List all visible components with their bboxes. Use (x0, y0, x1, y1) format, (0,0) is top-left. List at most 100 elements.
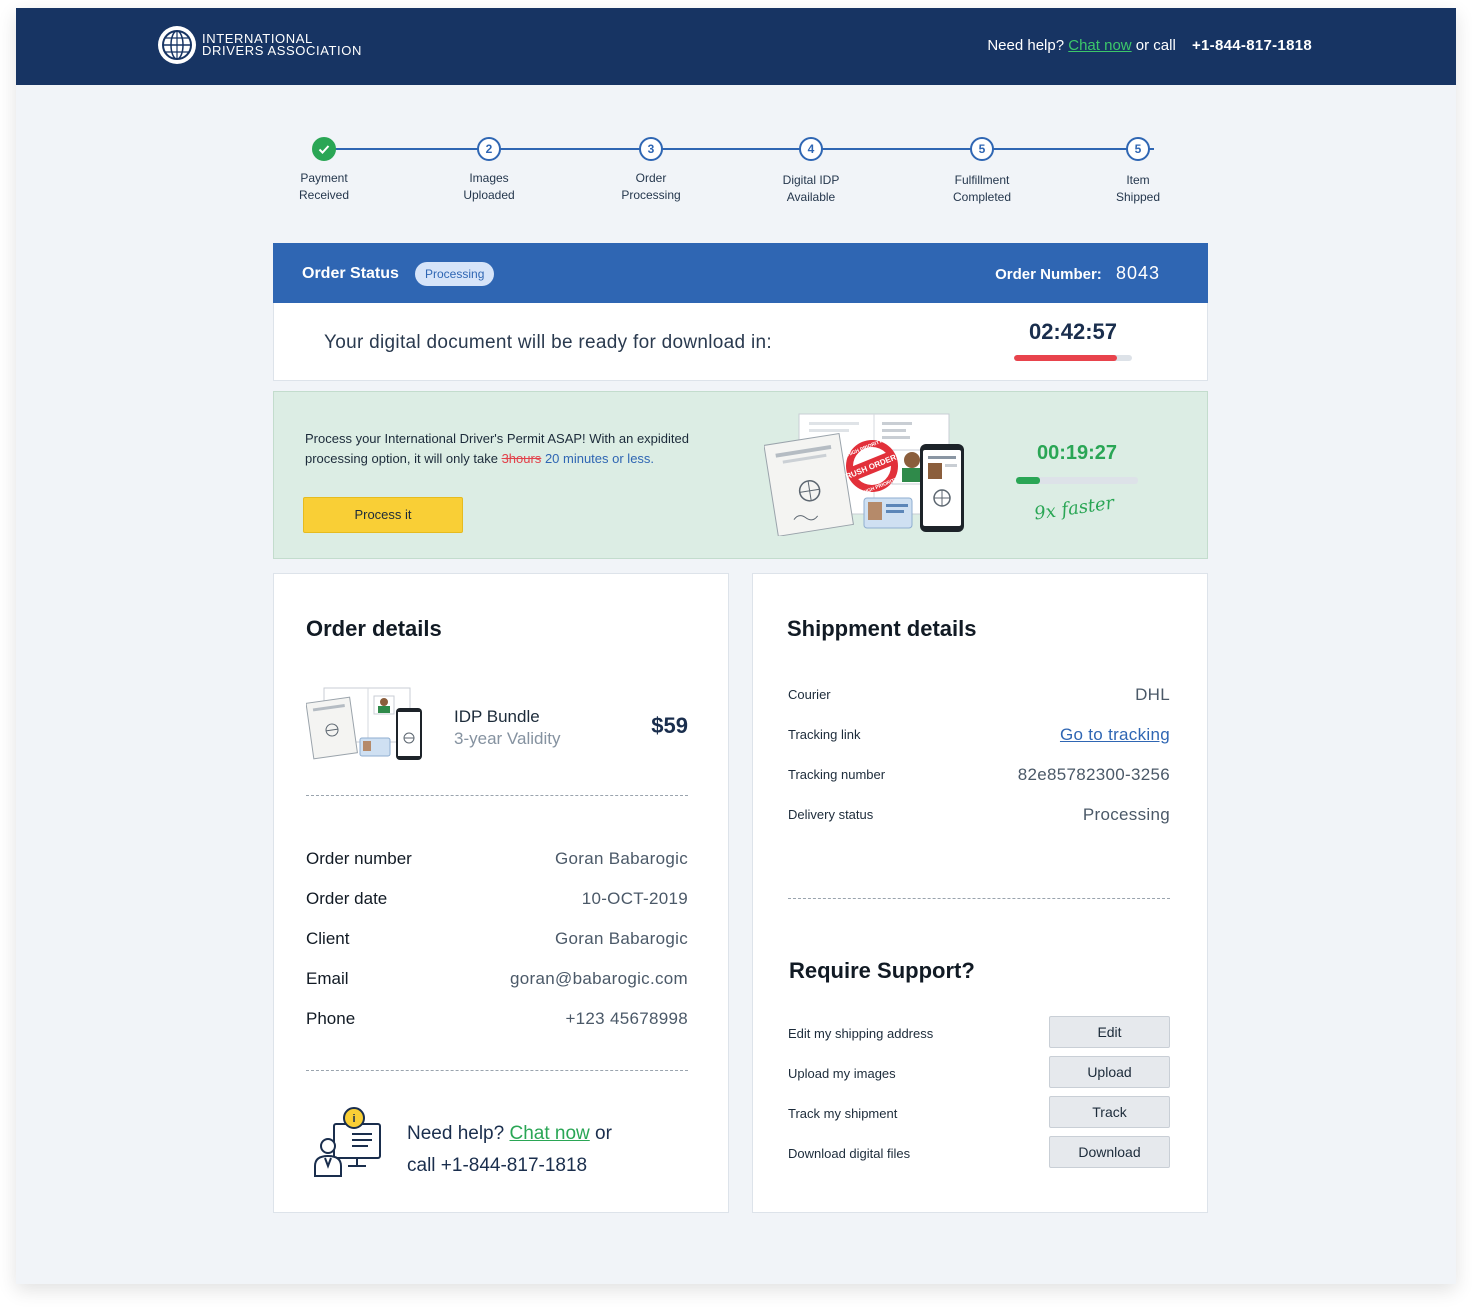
step-number: 3 (639, 137, 663, 161)
step-images-uploaded: 2 Images Uploaded (429, 134, 549, 204)
support-agent-icon: i (312, 1106, 384, 1178)
help-or: or (595, 1123, 612, 1144)
step-number: 5 (970, 137, 994, 161)
step-label-line1: Item (1126, 173, 1150, 187)
divider (306, 1070, 688, 1071)
idp-bundle-thumbnail (305, 686, 424, 762)
step-label-line2: Uploaded (463, 188, 515, 202)
edit-button[interactable]: Edit (1049, 1016, 1170, 1048)
shipment-value: Processing (1082, 805, 1170, 824)
rush-countdown: 00:19:27 (1036, 442, 1118, 464)
step-label: Item Shipped (1078, 172, 1198, 206)
shipment-row-courier: Courier DHL (788, 685, 1170, 707)
detail-value: goran@babarogic.com (510, 969, 688, 988)
track-button[interactable]: Track (1049, 1096, 1170, 1128)
step-label-line2: Received (298, 188, 350, 202)
process-it-button[interactable]: Process it (303, 497, 463, 533)
detail-value: 10-OCT-2019 (581, 889, 688, 908)
support-row-track: Track my shipment Track (788, 1096, 1170, 1128)
help-mid: or call (1135, 37, 1176, 54)
shipment-details-card: Shippment details Courier DHL Tracking l… (752, 573, 1208, 1213)
detail-value: Goran Babarogic (554, 929, 688, 948)
support-label: Upload my images (788, 1066, 896, 1081)
step-label-line2: Processing (621, 188, 681, 202)
detail-label: Order date (306, 889, 388, 908)
detail-label: Client (306, 929, 350, 948)
shipment-value: DHL (1135, 685, 1170, 704)
brand-logo[interactable]: INTERNATIONAL DRIVERS ASSOCIATION (158, 26, 362, 64)
help-call[interactable]: call +1-844-817-1818 (407, 1155, 587, 1176)
status-badge: Processing (415, 262, 495, 286)
order-details-card: Order details IDP Bundle 3-year Validity… (273, 573, 729, 1213)
header-phone[interactable]: +1-844-817-1818 (1192, 37, 1312, 54)
shipment-label: Delivery status (788, 807, 874, 822)
progress-stepper: Payment Received 2 Images Uploaded 3 Ord… (273, 134, 1209, 224)
step-label-line2: Shipped (1115, 190, 1161, 204)
step-payment-received: Payment Received (264, 134, 384, 204)
faster-note: 9x faster (1032, 492, 1116, 525)
step-label: Digital IDP Available (751, 172, 871, 206)
header-help: Need help? Chat now or call +1-844-817-1… (987, 37, 1312, 54)
globe-icon (158, 26, 196, 64)
top-bar: INTERNATIONAL DRIVERS ASSOCIATION Need h… (16, 8, 1456, 85)
step-label-line1: Images (469, 171, 509, 185)
brand-name: INTERNATIONAL DRIVERS ASSOCIATION (202, 32, 362, 58)
step-number: 2 (477, 137, 501, 161)
check-icon (312, 137, 336, 161)
support-label: Download digital files (788, 1146, 911, 1161)
brand-line-2: DRIVERS ASSOCIATION (202, 43, 362, 58)
promo-new-time: 20 minutes or less. (544, 451, 655, 466)
ready-message: Your digital document will be ready for … (324, 332, 772, 353)
detail-label: Phone (306, 1009, 356, 1028)
product-price: $59 (651, 713, 688, 738)
step-number: 5 (1126, 137, 1150, 161)
step-number: 4 (799, 137, 823, 161)
detail-row-order-number: Order number Goran Babarogic (306, 849, 688, 871)
order-status-title: Order Status (302, 265, 399, 282)
detail-label: Order number (306, 849, 412, 868)
upload-button[interactable]: Upload (1049, 1056, 1170, 1088)
rush-progress-fill (1016, 477, 1041, 484)
step-label: Order Processing (591, 170, 711, 204)
shipment-row-tracking-number: Tracking number 82e85782300-3256 (788, 765, 1170, 787)
require-support-title: Require Support? (789, 958, 975, 983)
support-row-upload: Upload my images Upload (788, 1056, 1170, 1088)
product-validity: 3-year Validity (454, 729, 561, 748)
step-order-processing: 3 Order Processing (591, 134, 711, 204)
detail-value: Goran Babarogic (554, 849, 688, 868)
rush-progress-bar (1016, 477, 1138, 484)
shipment-label: Courier (788, 687, 831, 702)
step-label-line1: Payment (300, 171, 348, 185)
order-details-title: Order details (306, 616, 442, 641)
divider (788, 898, 1170, 899)
detail-label: Email (306, 969, 349, 988)
rush-order-illustration: RUSH ORDER! HIGH PRIORITY HIGH PRIORITY (763, 410, 974, 537)
order-number-label: Order Number: (995, 266, 1102, 283)
detail-row-order-date: Order date 10-OCT-2019 (306, 889, 688, 911)
shipment-row-tracking-link: Tracking link Go to tracking (788, 725, 1170, 747)
svg-text:i: i (352, 1113, 355, 1125)
download-countdown: 02:42:57 (1028, 319, 1118, 344)
shipment-row-delivery-status: Delivery status Processing (788, 805, 1170, 827)
shipment-value: 82e85782300-3256 (1017, 765, 1170, 784)
support-row-edit: Edit my shipping address Edit (788, 1016, 1170, 1048)
order-number: Order Number: 8043 (995, 263, 1160, 284)
step-label-line2: Completed (952, 190, 1012, 204)
order-chat-link[interactable]: Chat now (509, 1123, 589, 1144)
detail-row-client: Client Goran Babarogic (306, 929, 688, 951)
step-label: Payment Received (264, 170, 384, 204)
step-digital-idp-available: 4 Digital IDP Available (751, 134, 871, 206)
download-button[interactable]: Download (1049, 1136, 1170, 1168)
divider (306, 795, 688, 796)
header-chat-link[interactable]: Chat now (1068, 37, 1131, 54)
order-status-bar: Order Status Processing Order Number: 80… (273, 243, 1208, 303)
step-label-line1: Order (635, 171, 667, 185)
step-label: Fulfillment Completed (922, 172, 1042, 206)
support-label: Track my shipment (788, 1106, 898, 1121)
go-to-tracking-link[interactable]: Go to tracking (1060, 725, 1170, 745)
support-label: Edit my shipping address (788, 1026, 934, 1041)
download-progress-fill (1014, 355, 1117, 361)
promo-message: Process your International Driver's Perm… (305, 429, 745, 469)
step-label-line2: Available (786, 190, 836, 204)
detail-row-phone: Phone +123 45678998 (306, 1009, 688, 1031)
